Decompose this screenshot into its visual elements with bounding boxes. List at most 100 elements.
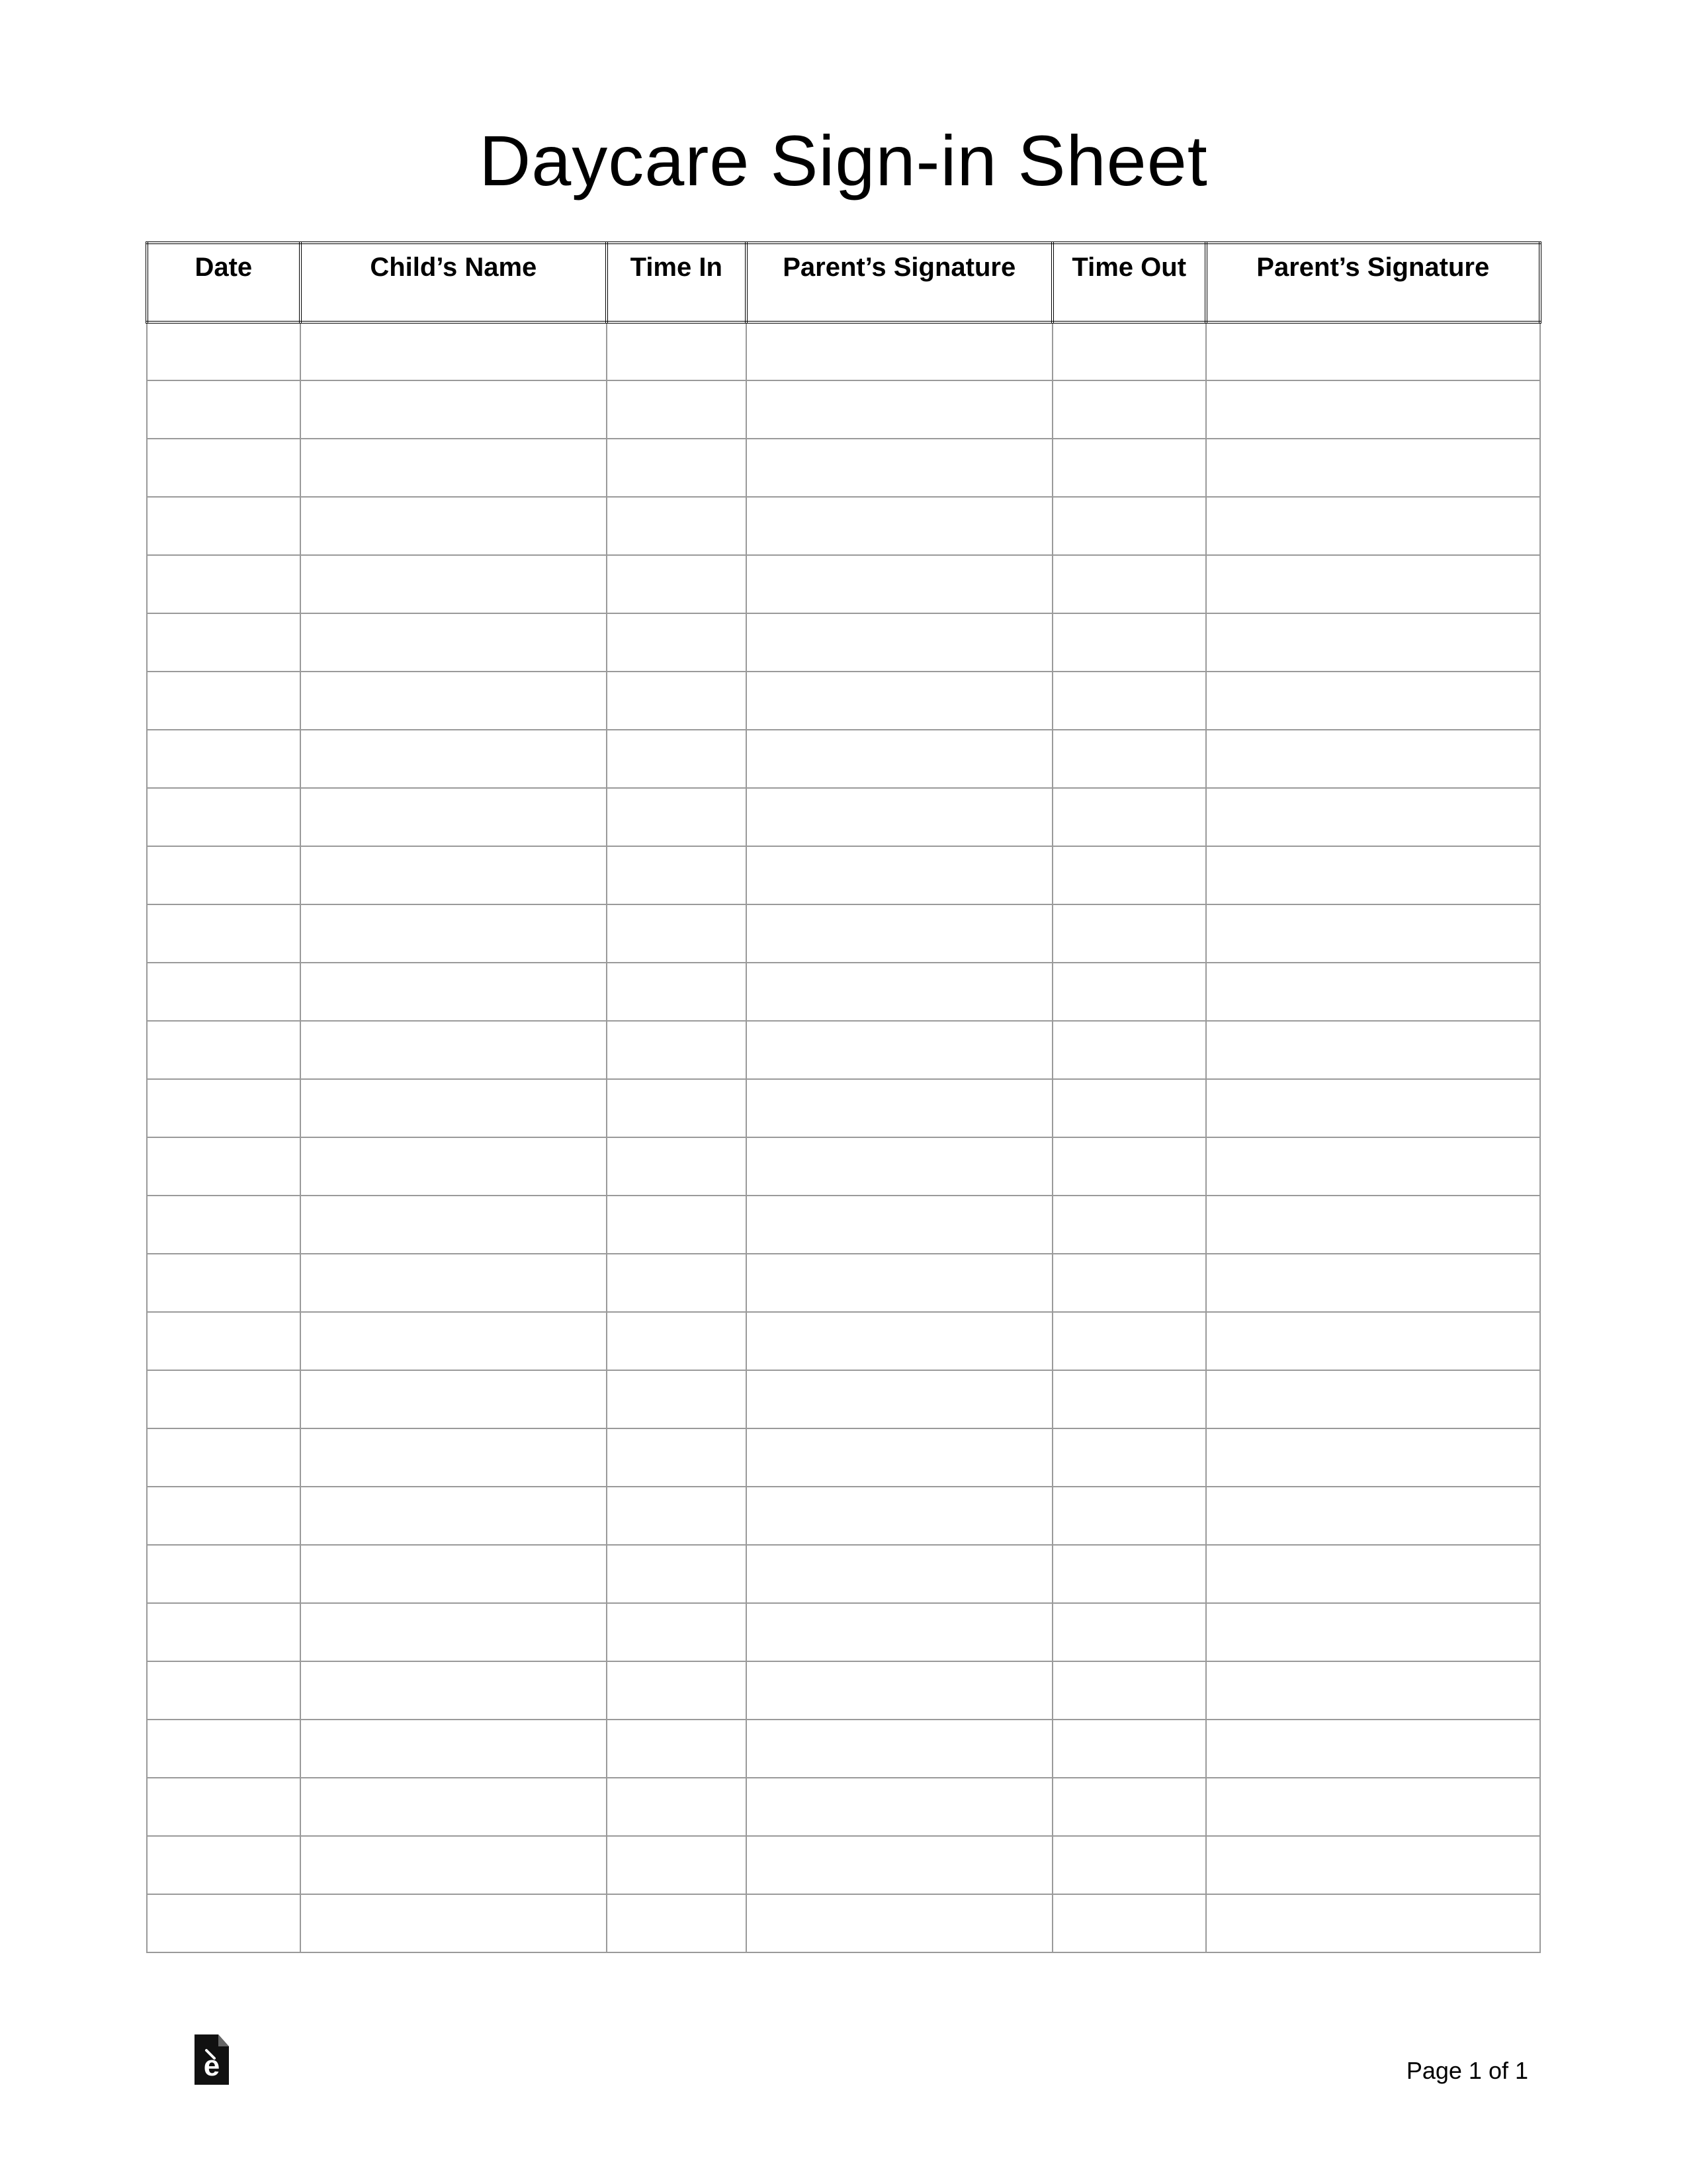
- table-cell[interactable]: [147, 1487, 300, 1545]
- table-cell[interactable]: [1053, 1021, 1206, 1079]
- table-cell[interactable]: [746, 1778, 1053, 1836]
- table-cell[interactable]: [300, 963, 607, 1021]
- table-cell[interactable]: [746, 1836, 1053, 1894]
- table-cell[interactable]: [147, 1661, 300, 1720]
- table-cell[interactable]: [1206, 1137, 1540, 1196]
- table-cell[interactable]: [1206, 1836, 1540, 1894]
- table-cell[interactable]: [147, 1894, 300, 1952]
- table-cell[interactable]: [1053, 963, 1206, 1021]
- table-cell[interactable]: [1053, 555, 1206, 613]
- table-cell[interactable]: [300, 1370, 607, 1428]
- table-cell[interactable]: [607, 1312, 746, 1370]
- table-cell[interactable]: [300, 846, 607, 904]
- table-cell[interactable]: [300, 1487, 607, 1545]
- table-cell[interactable]: [746, 1370, 1053, 1428]
- table-cell[interactable]: [147, 613, 300, 672]
- table-cell[interactable]: [1206, 380, 1540, 439]
- table-cell[interactable]: [300, 1778, 607, 1836]
- table-cell[interactable]: [607, 1836, 746, 1894]
- table-cell[interactable]: [1206, 497, 1540, 555]
- table-cell[interactable]: [607, 380, 746, 439]
- table-cell[interactable]: [607, 322, 746, 380]
- table-cell[interactable]: [147, 1254, 300, 1312]
- table-cell[interactable]: [1206, 1021, 1540, 1079]
- table-cell[interactable]: [746, 904, 1053, 963]
- table-cell[interactable]: [300, 904, 607, 963]
- table-cell[interactable]: [147, 1137, 300, 1196]
- table-cell[interactable]: [147, 1312, 300, 1370]
- table-cell[interactable]: [1053, 1079, 1206, 1137]
- table-cell[interactable]: [1053, 1720, 1206, 1778]
- table-cell[interactable]: [746, 555, 1053, 613]
- table-cell[interactable]: [607, 1545, 746, 1603]
- table-cell[interactable]: [746, 1196, 1053, 1254]
- table-cell[interactable]: [1053, 672, 1206, 730]
- table-cell[interactable]: [607, 1137, 746, 1196]
- table-cell[interactable]: [1206, 613, 1540, 672]
- table-cell[interactable]: [300, 1254, 607, 1312]
- table-cell[interactable]: [1053, 1836, 1206, 1894]
- table-cell[interactable]: [300, 613, 607, 672]
- table-cell[interactable]: [300, 1661, 607, 1720]
- table-cell[interactable]: [1053, 1312, 1206, 1370]
- table-cell[interactable]: [607, 1720, 746, 1778]
- table-cell[interactable]: [300, 497, 607, 555]
- table-cell[interactable]: [746, 1079, 1053, 1137]
- table-cell[interactable]: [746, 846, 1053, 904]
- table-cell[interactable]: [746, 1545, 1053, 1603]
- table-cell[interactable]: [746, 1021, 1053, 1079]
- table-cell[interactable]: [746, 1894, 1053, 1952]
- table-cell[interactable]: [746, 1254, 1053, 1312]
- table-cell[interactable]: [607, 1021, 746, 1079]
- table-cell[interactable]: [746, 730, 1053, 788]
- table-cell[interactable]: [607, 1603, 746, 1661]
- table-cell[interactable]: [1053, 439, 1206, 497]
- table-cell[interactable]: [607, 963, 746, 1021]
- table-cell[interactable]: [1206, 1196, 1540, 1254]
- table-cell[interactable]: [1053, 322, 1206, 380]
- table-cell[interactable]: [1053, 613, 1206, 672]
- table-cell[interactable]: [607, 613, 746, 672]
- table-cell[interactable]: [300, 1894, 607, 1952]
- table-cell[interactable]: [607, 730, 746, 788]
- table-cell[interactable]: [746, 497, 1053, 555]
- table-cell[interactable]: [746, 963, 1053, 1021]
- table-cell[interactable]: [147, 1021, 300, 1079]
- table-cell[interactable]: [1053, 788, 1206, 846]
- table-cell[interactable]: [147, 904, 300, 963]
- table-cell[interactable]: [607, 555, 746, 613]
- table-cell[interactable]: [746, 322, 1053, 380]
- table-cell[interactable]: [147, 730, 300, 788]
- table-cell[interactable]: [607, 788, 746, 846]
- table-cell[interactable]: [1053, 1778, 1206, 1836]
- table-cell[interactable]: [147, 1079, 300, 1137]
- table-cell[interactable]: [1206, 439, 1540, 497]
- table-cell[interactable]: [1206, 1428, 1540, 1487]
- table-cell[interactable]: [300, 672, 607, 730]
- table-cell[interactable]: [1053, 1254, 1206, 1312]
- table-cell[interactable]: [1053, 1661, 1206, 1720]
- table-cell[interactable]: [607, 846, 746, 904]
- table-cell[interactable]: [300, 730, 607, 788]
- table-cell[interactable]: [607, 497, 746, 555]
- table-cell[interactable]: [147, 439, 300, 497]
- table-cell[interactable]: [300, 788, 607, 846]
- table-cell[interactable]: [300, 380, 607, 439]
- table-cell[interactable]: [746, 1720, 1053, 1778]
- table-cell[interactable]: [1053, 1545, 1206, 1603]
- table-cell[interactable]: [1206, 1370, 1540, 1428]
- table-cell[interactable]: [300, 1720, 607, 1778]
- table-cell[interactable]: [746, 1428, 1053, 1487]
- table-cell[interactable]: [1053, 1370, 1206, 1428]
- table-cell[interactable]: [607, 904, 746, 963]
- table-cell[interactable]: [300, 1312, 607, 1370]
- table-cell[interactable]: [300, 1428, 607, 1487]
- table-cell[interactable]: [1206, 1894, 1540, 1952]
- table-cell[interactable]: [746, 1603, 1053, 1661]
- table-cell[interactable]: [1053, 380, 1206, 439]
- table-cell[interactable]: [1206, 672, 1540, 730]
- table-cell[interactable]: [1053, 1603, 1206, 1661]
- table-cell[interactable]: [607, 1079, 746, 1137]
- table-cell[interactable]: [607, 1196, 746, 1254]
- table-cell[interactable]: [746, 788, 1053, 846]
